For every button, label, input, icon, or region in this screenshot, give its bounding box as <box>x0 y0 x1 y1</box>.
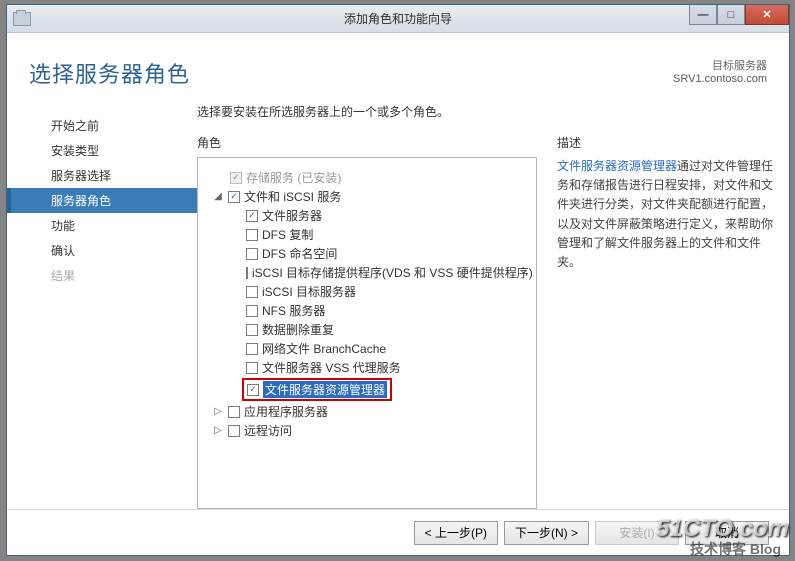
tree-dedup[interactable]: 数据删除重复 <box>202 320 532 339</box>
checkbox-vss-agent[interactable] <box>246 362 258 374</box>
tree-remote-access[interactable]: ▷ 远程访问 <box>202 421 532 440</box>
body: 开始之前 安装类型 服务器选择 服务器角色 功能 确认 结果 选择要安装在所选服… <box>7 95 789 509</box>
nav-results: 结果 <box>7 263 197 288</box>
tree-storage-services: ✓ 存储服务 (已安装) <box>202 168 532 187</box>
next-button[interactable]: 下一步(N) > <box>504 521 589 545</box>
maximize-button[interactable]: □ <box>717 5 745 25</box>
sidebar-nav: 开始之前 安装类型 服务器选择 服务器角色 功能 确认 结果 <box>7 95 197 509</box>
tree-nfs[interactable]: NFS 服务器 <box>202 301 532 320</box>
checkbox-file-server[interactable]: ✓ <box>246 210 258 222</box>
desc-text: 文件服务器资源管理器通过对文件管理任务和存储报告进行日程安排，对文件和文件夹进行… <box>557 157 779 272</box>
nav-confirm[interactable]: 确认 <box>7 238 197 263</box>
nav-install-type[interactable]: 安装类型 <box>7 138 197 163</box>
cancel-button[interactable]: 取消 <box>685 521 769 545</box>
checkbox-dfs-ns[interactable] <box>246 248 258 260</box>
desc-label: 描述 <box>557 134 779 151</box>
checkbox-fsrm[interactable]: ✓ <box>247 384 259 396</box>
expand-icon[interactable]: ▷ <box>212 406 224 417</box>
app-icon <box>13 12 31 26</box>
page-title: 选择服务器角色 <box>29 57 190 89</box>
tree-branchcache[interactable]: 网络文件 BranchCache <box>202 339 532 358</box>
nav-server-select[interactable]: 服务器选择 <box>7 163 197 188</box>
checkbox-app-server[interactable] <box>228 406 240 418</box>
tree-dfs-rep[interactable]: DFS 复制 <box>202 225 532 244</box>
wizard-window: 添加角色和功能向导 — □ ✕ 选择服务器角色 目标服务器 SRV1.conto… <box>6 4 790 556</box>
minimize-button[interactable]: — <box>689 5 717 25</box>
checkbox-nfs[interactable] <box>246 305 258 317</box>
expand-icon[interactable]: ▷ <box>212 425 224 436</box>
target-server: 目标服务器 SRV1.contoso.com <box>673 57 767 85</box>
checkbox-remote-access[interactable] <box>228 425 240 437</box>
close-button[interactable]: ✕ <box>745 5 789 25</box>
checkbox-iscsi-prov[interactable] <box>246 267 248 279</box>
install-button: 安装(I) <box>595 521 679 545</box>
window-title: 添加角色和功能向导 <box>344 10 452 27</box>
tree-file-iscsi[interactable]: ◢ ✓ 文件和 iSCSI 服务 <box>202 187 532 206</box>
fsrm-highlight: ✓ 文件服务器资源管理器 <box>242 378 392 401</box>
checkbox-storage: ✓ <box>230 172 242 184</box>
tree-iscsi-tgt[interactable]: iSCSI 目标服务器 <box>202 282 532 301</box>
checkbox-iscsi-tgt[interactable] <box>246 286 258 298</box>
tree-dfs-ns[interactable]: DFS 命名空间 <box>202 244 532 263</box>
checkbox-file-iscsi[interactable]: ✓ <box>228 191 240 203</box>
intro-text: 选择要安装在所选服务器上的一个或多个角色。 <box>197 103 779 120</box>
main-panel: 选择要安装在所选服务器上的一个或多个角色。 角色 ✓ 存储服务 (已安装) ◢ … <box>197 95 789 509</box>
checkbox-dfs-rep[interactable] <box>246 229 258 241</box>
tree-file-server[interactable]: ✓ 文件服务器 <box>202 206 532 225</box>
titlebar[interactable]: 添加角色和功能向导 — □ ✕ <box>7 5 789 33</box>
button-bar: < 上一步(P) 下一步(N) > 安装(I) 取消 <box>7 509 789 555</box>
checkbox-branchcache[interactable] <box>246 343 258 355</box>
header: 选择服务器角色 目标服务器 SRV1.contoso.com <box>7 33 789 95</box>
nav-server-roles[interactable]: 服务器角色 <box>7 188 197 213</box>
tree-app-server[interactable]: ▷ 应用程序服务器 <box>202 402 532 421</box>
checkbox-dedup[interactable] <box>246 324 258 336</box>
desc-link[interactable]: 文件服务器资源管理器 <box>557 159 677 173</box>
tree-iscsi-prov[interactable]: iSCSI 目标存储提供程序(VDS 和 VSS 硬件提供程序) <box>202 263 532 282</box>
tree-fsrm[interactable]: ✓ 文件服务器资源管理器 <box>202 377 532 402</box>
nav-features[interactable]: 功能 <box>7 213 197 238</box>
roles-tree[interactable]: ✓ 存储服务 (已安装) ◢ ✓ 文件和 iSCSI 服务 ✓ 文件服务器 <box>197 157 537 509</box>
prev-button[interactable]: < 上一步(P) <box>414 521 498 545</box>
nav-before-begin[interactable]: 开始之前 <box>7 113 197 138</box>
tree-vss-agent[interactable]: 文件服务器 VSS 代理服务 <box>202 358 532 377</box>
collapse-icon[interactable]: ◢ <box>212 191 224 202</box>
roles-label: 角色 <box>197 134 537 151</box>
